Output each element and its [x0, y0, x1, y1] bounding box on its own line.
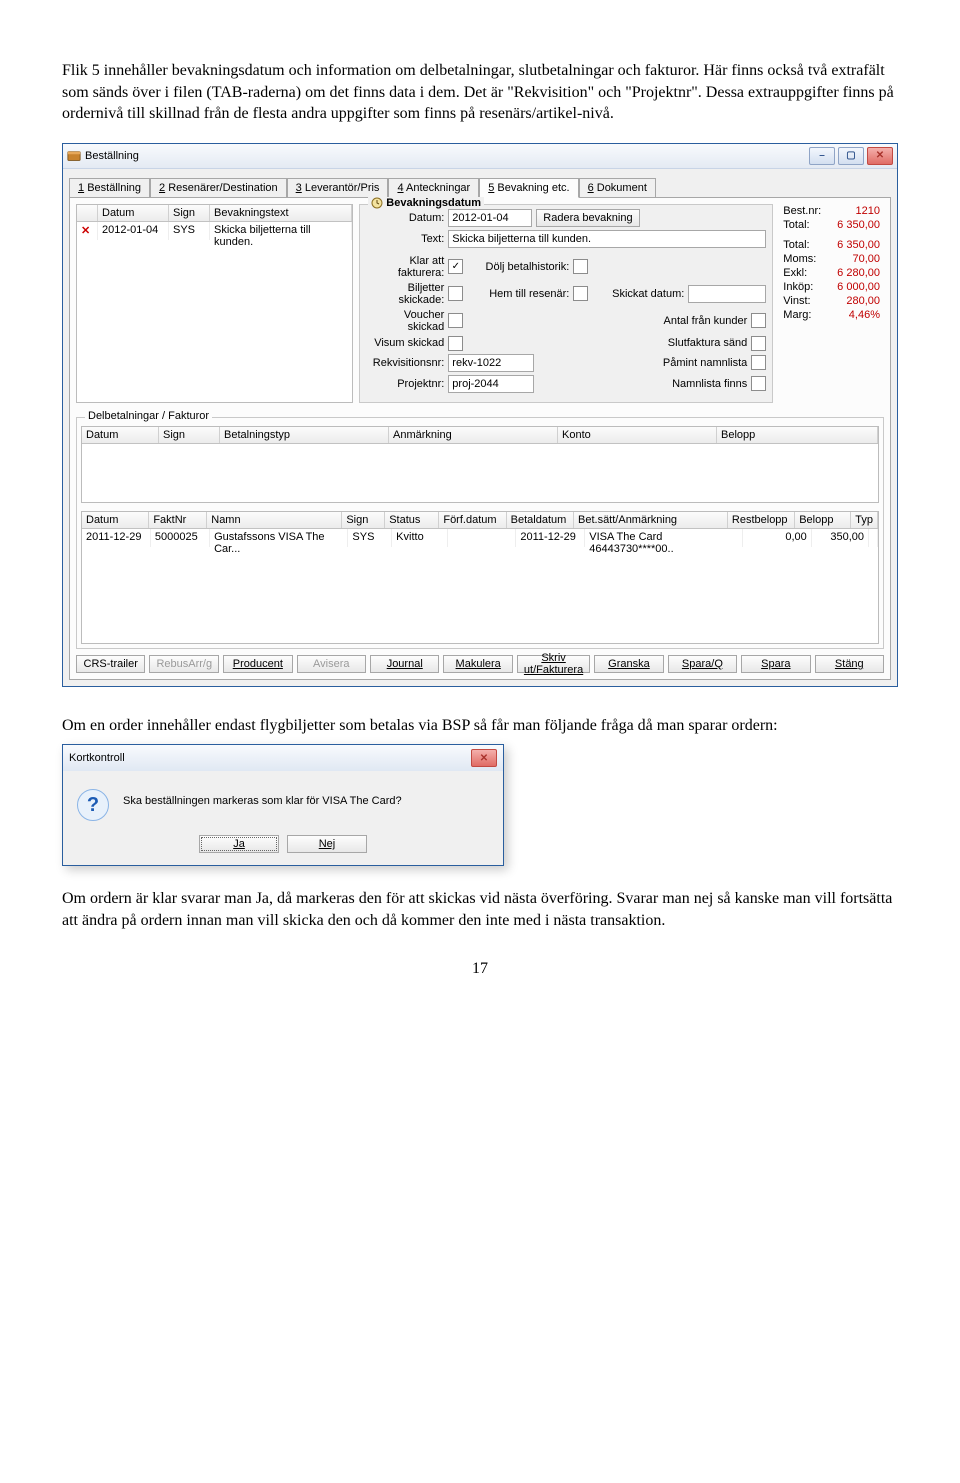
action-bar: CRS-trailer RebusArr/g Producent Avisera…: [76, 655, 884, 673]
rekvisitionsnr-input[interactable]: [448, 354, 534, 372]
spara-q-button[interactable]: Spara/Q: [668, 655, 737, 673]
fakturor-grid[interactable]: Datum FaktNr Namn Sign Status Förf.datum…: [81, 511, 879, 644]
paragraph-3: Om ordern är klar svarar man Ja, då mark…: [62, 888, 898, 931]
tab-bevakning[interactable]: 5 Bevakning etc.: [479, 178, 578, 198]
antal-fran-kunder-checkbox[interactable]: [751, 313, 766, 328]
app-icon: [67, 149, 81, 163]
close-button[interactable]: ✕: [867, 147, 893, 165]
window-titlebar: Beställning – ▢ ✕: [63, 144, 897, 169]
delbetalningar-grid[interactable]: Datum Sign Betalningstyp Anmärkning Kont…: [81, 426, 879, 503]
dialog-titlebar: Kortkontroll ✕: [63, 745, 503, 771]
dolj-betalhistorik-checkbox[interactable]: [573, 259, 588, 274]
question-icon: ?: [77, 789, 109, 821]
projektnr-input[interactable]: [448, 375, 534, 393]
tab-strip: 1 Beställning 2 Resenärer/Destination 3 …: [69, 177, 891, 197]
tab-dokument[interactable]: 6 Dokument: [579, 178, 656, 198]
paragraph-1: Flik 5 innehåller bevakningsdatum och in…: [62, 60, 898, 125]
journal-button[interactable]: Journal: [370, 655, 439, 673]
table-row[interactable]: 2011-12-29 5000025 Gustafssons VISA The …: [82, 529, 878, 547]
dialog-title: Kortkontroll: [69, 752, 125, 764]
granska-button[interactable]: Granska: [594, 655, 663, 673]
visum-skickad-checkbox[interactable]: [448, 336, 463, 351]
nej-button[interactable]: Nej: [287, 835, 367, 853]
delbetalningar-frame: Delbetalningar / Fakturor Datum Sign Bet…: [76, 417, 884, 649]
bevakningsdatum-frame: Bevakningsdatum Datum: Radera bevakning …: [359, 204, 773, 403]
slutfaktura-sand-checkbox[interactable]: [751, 336, 766, 351]
skickat-datum-input[interactable]: [688, 285, 766, 303]
col-text: Bevakningstext: [210, 205, 352, 221]
avisera-button[interactable]: Avisera: [297, 655, 366, 673]
dialog-close-button[interactable]: ✕: [471, 749, 497, 767]
producent-button[interactable]: Producent: [223, 655, 292, 673]
kortkontroll-dialog: Kortkontroll ✕ ? Ska beställningen marke…: [62, 744, 504, 866]
paragraph-2: Om en order innehåller endast flygbiljet…: [62, 715, 898, 737]
biljetter-skickade-checkbox[interactable]: [448, 286, 463, 301]
col-datum: Datum: [98, 205, 169, 221]
bevakning-grid[interactable]: Datum Sign Bevakningstext ✕ 2012-01-04 S…: [76, 204, 353, 403]
tab-bestallning[interactable]: 1 Beställning: [69, 178, 150, 198]
spara-button[interactable]: Spara: [741, 655, 810, 673]
pamint-namnlista-checkbox[interactable]: [751, 355, 766, 370]
clock-icon: [371, 197, 383, 209]
skriv-ut-fakturera-button[interactable]: Skriv ut/Fakturera: [517, 655, 590, 673]
radera-bevakning-button[interactable]: Radera bevakning: [536, 209, 639, 227]
app-window: Beställning – ▢ ✕ 1 Beställning 2 Resenä…: [62, 143, 898, 687]
table-row[interactable]: ✕ 2012-01-04 SYS Skicka biljetterna till…: [77, 222, 352, 240]
x-icon: ✕: [77, 222, 98, 240]
datum-input[interactable]: [448, 209, 532, 227]
minimize-button[interactable]: –: [809, 147, 835, 165]
tab-resenarer[interactable]: 2 Resenärer/Destination: [150, 178, 287, 198]
hem-till-resenar-checkbox[interactable]: [573, 286, 588, 301]
makulera-button[interactable]: Makulera: [443, 655, 512, 673]
namnlista-finns-checkbox[interactable]: [751, 376, 766, 391]
klar-fakturera-checkbox[interactable]: ✓: [448, 259, 463, 274]
tab-anteckningar[interactable]: 4 Anteckningar: [388, 178, 479, 198]
col-sign: Sign: [169, 205, 210, 221]
bevakning-text-input[interactable]: [448, 230, 766, 248]
crs-trailer-button[interactable]: CRS-trailer: [76, 655, 145, 673]
frame-title-text: Bevakningsdatum: [386, 197, 481, 209]
delbetalningar-title: Delbetalningar / Fakturor: [85, 410, 212, 422]
page-number: 17: [62, 960, 898, 978]
tab-leverantor[interactable]: 3 Leverantör/Pris: [287, 178, 389, 198]
maximize-button[interactable]: ▢: [838, 147, 864, 165]
window-title: Beställning: [85, 150, 139, 162]
ja-button[interactable]: Ja: [199, 835, 279, 853]
voucher-skickad-checkbox[interactable]: [448, 313, 463, 328]
rebusarr-button[interactable]: RebusArr/g: [149, 655, 219, 673]
dialog-message: Ska beställningen markeras som klar för …: [123, 789, 402, 807]
summary-panel: Best.nr:1210 Total:6 350,00 Total:6 350,…: [779, 204, 884, 403]
stang-button[interactable]: Stäng: [815, 655, 884, 673]
